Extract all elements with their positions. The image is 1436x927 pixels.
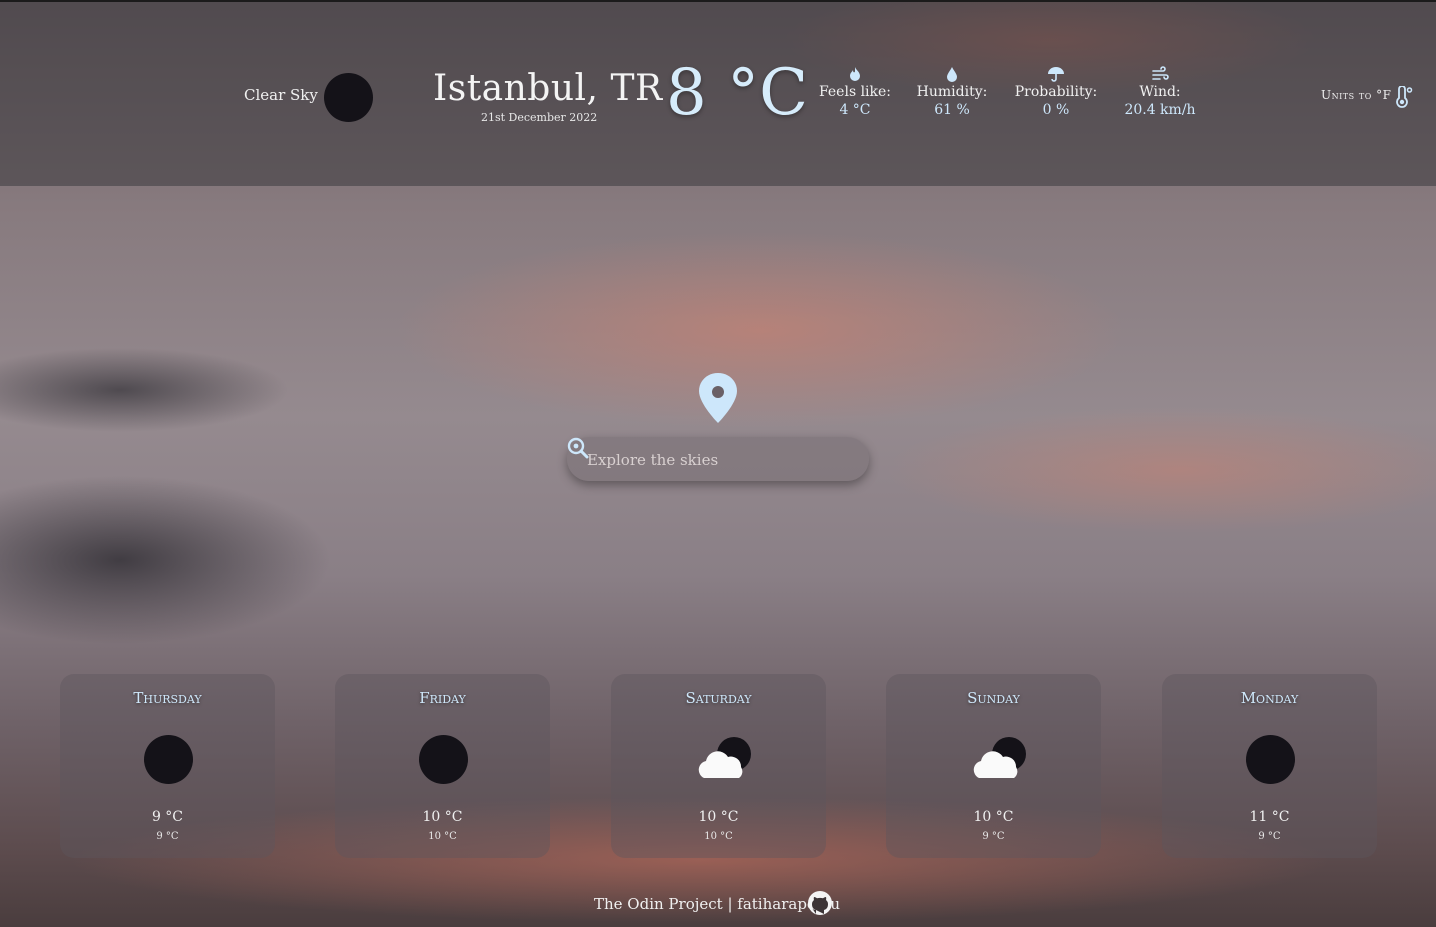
stat-label: Humidity: <box>916 84 988 100</box>
thermometer-icon[interactable] <box>1394 86 1414 108</box>
forecast-day: Thursday <box>133 689 202 707</box>
current-weather-bar: Clear Sky Istanbul, TR 21st December 202… <box>0 0 1436 186</box>
search-input[interactable] <box>585 448 829 472</box>
cloud-moon-icon <box>973 737 1026 778</box>
footer-credit[interactable]: The Odin Project | fatiharapoglu <box>594 895 840 913</box>
forecast-card: Thursday 9 °C 9 °C <box>60 674 275 858</box>
search-location-icon[interactable] <box>567 437 589 459</box>
wind-icon <box>1152 66 1169 80</box>
forecast-card: Saturday 10 °C 10 °C <box>611 674 826 858</box>
stat-value: 0 % <box>1042 102 1070 118</box>
forecast-high: 9 °C <box>151 809 184 825</box>
stat-label: Probability: <box>1014 84 1098 100</box>
forecast-icon <box>143 734 203 786</box>
moon-dark-icon <box>324 73 373 122</box>
stat-feels-like: Feels like: 4 °C <box>805 66 905 118</box>
forecast-day: Monday <box>1240 689 1299 707</box>
forecast-card: Sunday 10 °C 9 °C <box>886 674 1101 858</box>
city-name: Istanbul, TR <box>433 68 663 109</box>
forecast-icon <box>418 734 478 786</box>
moon-dark-icon <box>1246 735 1295 784</box>
forecast-low: 9 °C <box>156 831 179 842</box>
droplet-icon <box>947 67 957 82</box>
forecast-icon <box>1245 734 1305 786</box>
current-date: 21st December 2022 <box>481 111 598 124</box>
moon-dark-icon <box>144 735 193 784</box>
forecast-low: 10 °C <box>704 831 733 842</box>
condition-text: Clear Sky <box>244 86 318 104</box>
stat-value: 20.4 km/h <box>1124 102 1196 118</box>
moon-dark-icon <box>419 735 468 784</box>
stat-probability: Probability: 0 % <box>1006 66 1106 118</box>
forecast-low: 9 °C <box>1258 831 1281 842</box>
forecast-high: 11 °C <box>1249 809 1290 825</box>
forecast-low: 9 °C <box>982 831 1005 842</box>
stat-label: Feels like: <box>818 84 892 100</box>
stat-label: Wind: <box>1139 84 1181 100</box>
forecast-card: Friday 10 °C 10 °C <box>335 674 550 858</box>
flame-icon <box>850 67 860 81</box>
forecast-card: Monday 11 °C 9 °C <box>1162 674 1377 858</box>
stat-humidity: Humidity: 61 % <box>902 66 1002 118</box>
cloud-moon-icon <box>698 737 751 778</box>
forecast-high: 10 °C <box>973 809 1014 825</box>
current-temperature: 8 °C <box>666 56 809 130</box>
location-pin-icon <box>699 373 737 423</box>
umbrella-icon <box>1048 67 1064 82</box>
forecast-low: 10 °C <box>428 831 457 842</box>
units-toggle-label[interactable]: Units to °F <box>1321 88 1391 102</box>
stat-value: 4 °C <box>839 102 871 118</box>
forecast-high: 10 °C <box>422 809 463 825</box>
forecast-high: 10 °C <box>698 809 739 825</box>
search-bar <box>567 437 869 481</box>
stat-value: 61 % <box>934 102 970 118</box>
github-icon[interactable] <box>807 890 833 916</box>
stat-wind: Wind: 20.4 km/h <box>1110 66 1210 118</box>
forecast-day: Saturday <box>685 689 752 707</box>
forecast-day: Sunday <box>967 689 1020 707</box>
forecast-day: Friday <box>419 689 466 707</box>
